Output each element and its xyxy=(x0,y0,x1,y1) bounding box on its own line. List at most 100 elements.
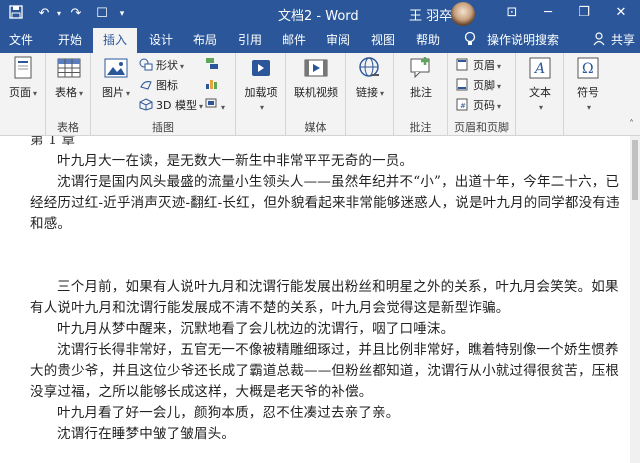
page-number-label: 页码 xyxy=(473,99,495,112)
svg-text:A: A xyxy=(533,61,545,77)
document-title: 文档2 - Word xyxy=(278,9,359,24)
customize-qat-icon[interactable]: ▾ xyxy=(116,4,128,24)
shapes-button[interactable]: 形状 ▾ xyxy=(139,57,184,74)
picture-button[interactable]: 图片 ▾ xyxy=(99,55,133,100)
paragraph: 沈谓行长得非常好，五官无一不像被精雕细琢过，并且比例非常好，瞧着特别像一个娇生惯… xyxy=(30,342,620,400)
table-label: 表格 xyxy=(54,86,77,99)
links-button[interactable]: 链接 ▾ xyxy=(353,55,387,100)
tab-references[interactable]: 引用 xyxy=(231,28,269,53)
collapse-ribbon-icon[interactable]: ˄ xyxy=(629,119,634,130)
close-button[interactable]: ✕ xyxy=(602,0,640,28)
symbols-button[interactable]: Ω 符号 ▾ xyxy=(571,55,605,113)
chart-icon[interactable] xyxy=(205,77,219,94)
tab-help[interactable]: 帮助 xyxy=(409,28,447,53)
footer-label: 页脚 xyxy=(473,79,495,92)
online-video-label: 联机视频 xyxy=(294,86,338,99)
group-text: A 文本 ▾ xyxy=(516,53,564,136)
icons-button[interactable]: 图标 xyxy=(139,77,178,94)
group-symbols: Ω 符号 ▾ xyxy=(564,53,612,136)
tab-layout[interactable]: 布局 xyxy=(186,28,224,53)
avatar[interactable] xyxy=(451,2,475,26)
tab-home[interactable]: 开始 xyxy=(50,28,90,53)
page-number-button[interactable]: # 页码 ▾ xyxy=(456,97,501,114)
chapter-heading: 第 1 章 xyxy=(30,136,76,148)
tell-me-search[interactable]: 操作说明搜索 xyxy=(482,28,564,53)
restore-button[interactable]: ❐ xyxy=(566,0,602,28)
cube-icon xyxy=(139,98,153,111)
paragraph: 沈谓行在睡梦中皱了皱眉头。 xyxy=(57,426,236,442)
person-icon[interactable] xyxy=(592,28,606,53)
tab-design[interactable]: 设计 xyxy=(142,28,180,53)
group-illustrations: 图片 ▾ 形状 ▾ 图标 3D 模型 ▾ ▾ 插图 xyxy=(91,53,236,136)
tab-insert[interactable]: 插入 xyxy=(93,28,137,54)
picture-icon xyxy=(103,55,129,81)
picture-label: 图片 xyxy=(101,86,124,99)
omega-icon: Ω xyxy=(575,55,601,81)
screenshot-icon[interactable]: ▾ xyxy=(205,97,225,114)
comment-button[interactable]: 批注 xyxy=(404,55,438,100)
footer-icon xyxy=(456,78,470,91)
group-label-illustrations: 插图 xyxy=(152,121,174,134)
tab-review[interactable]: 审阅 xyxy=(319,28,357,53)
paragraph: 沈谓行是国内风头最盛的流量小生领头人——虽然年纪并不“小”，出道十年，今年二十六… xyxy=(30,174,620,232)
smartart-icon[interactable] xyxy=(205,57,219,74)
comment-icon xyxy=(408,55,434,81)
touch-mode-icon[interactable]: ☐ xyxy=(94,4,110,24)
paragraph: 叶九月看了好一会儿，颜狗本质，忍不住凑过去亲了亲。 xyxy=(57,405,400,421)
header-icon xyxy=(456,58,470,71)
title-bar: ↶ ▾ ↷ ☐ ▾ 文档2 - Word 王 羽卒 ⊡ ─ ❐ ✕ xyxy=(0,0,640,28)
tab-mailings[interactable]: 邮件 xyxy=(275,28,313,53)
ribbon-tabs: 文件 开始 插入 设计 布局 引用 邮件 审阅 视图 帮助 操作说明搜索 共享 xyxy=(0,28,640,54)
3d-models-label: 3D 模型 xyxy=(156,99,197,112)
ribbon: 页面 ▾ 表格 ▾ 表格 图片 ▾ 形状 ▾ 图标 3D 模型 ▾ ▾ 插图 加… xyxy=(0,53,640,136)
redo-icon[interactable]: ↷ xyxy=(68,4,84,24)
header-label: 页眉 xyxy=(473,59,495,72)
document-page[interactable]: 第 1 章 叶九月大一在读，是无数大一新生中非常平平无奇的一员。 沈谓行是国内风… xyxy=(30,136,630,445)
addins-label: 加载项 xyxy=(244,86,278,99)
footer-button[interactable]: 页脚 ▾ xyxy=(456,77,501,94)
ribbon-display-options-icon[interactable]: ⊡ xyxy=(494,0,530,28)
text-label: 文本 xyxy=(529,86,551,99)
group-label-comments: 批注 xyxy=(409,121,432,134)
share-button[interactable]: 共享 xyxy=(608,28,638,53)
tab-file[interactable]: 文件 xyxy=(2,28,40,53)
group-media: 联机视频 媒体 xyxy=(286,53,346,136)
page-number-icon: # xyxy=(456,98,470,111)
undo-icon[interactable]: ↶ xyxy=(36,4,52,24)
paragraph xyxy=(30,235,630,277)
text-button[interactable]: A 文本 ▾ xyxy=(523,55,557,113)
pages-icon xyxy=(10,55,36,81)
group-comments: 批注 批注 xyxy=(394,53,448,136)
save-icon[interactable] xyxy=(8,4,24,24)
group-pages: 页面 ▾ xyxy=(0,53,46,136)
vertical-scrollbar[interactable] xyxy=(630,136,640,463)
lightbulb-icon[interactable] xyxy=(462,28,478,53)
group-tables: 表格 ▾ 表格 xyxy=(46,53,91,136)
svg-text:Ω: Ω xyxy=(582,61,594,77)
links-label: 链接 xyxy=(355,86,378,99)
header-button[interactable]: 页眉 ▾ xyxy=(456,57,501,74)
document-area[interactable]: 第 1 章 叶九月大一在读，是无数大一新生中非常平平无奇的一员。 沈谓行是国内风… xyxy=(0,136,640,463)
addins-icon xyxy=(248,55,274,81)
table-button[interactable]: 表格 ▾ xyxy=(52,55,86,100)
undo-dropdown-icon[interactable]: ▾ xyxy=(54,4,64,24)
shapes-icon xyxy=(139,58,153,71)
tab-view[interactable]: 视图 xyxy=(364,28,402,53)
pages-label: 页面 xyxy=(8,86,31,99)
minimize-button[interactable]: ─ xyxy=(530,0,566,28)
online-video-button[interactable]: 联机视频 xyxy=(292,55,340,100)
pages-button[interactable]: 页面 ▾ xyxy=(6,55,40,100)
scrollbar-thumb[interactable] xyxy=(632,140,638,200)
paragraph: 三个月前，如果有人说叶九月和沈谓行能发展出粉丝和明星之外的关系，叶九月会笑笑。如… xyxy=(30,279,619,316)
group-label-tables: 表格 xyxy=(57,121,79,134)
paragraph: 叶九月从梦中醒来，沉默地看了会儿枕边的沈谓行，咽了口唾沫。 xyxy=(57,321,455,337)
icons-label: 图标 xyxy=(156,79,178,92)
group-header-footer: 页眉 ▾ 页脚 ▾ # 页码 ▾ 页眉和页脚 xyxy=(448,53,516,136)
icons-icon xyxy=(139,78,153,91)
user-name[interactable]: 王 羽卒 xyxy=(409,5,452,24)
3d-models-button[interactable]: 3D 模型 ▾ xyxy=(139,97,203,114)
video-icon xyxy=(303,55,329,81)
globe-link-icon xyxy=(357,55,383,81)
shapes-label: 形状 xyxy=(156,59,178,72)
addins-button[interactable]: 加载项 ▾ xyxy=(244,55,278,113)
